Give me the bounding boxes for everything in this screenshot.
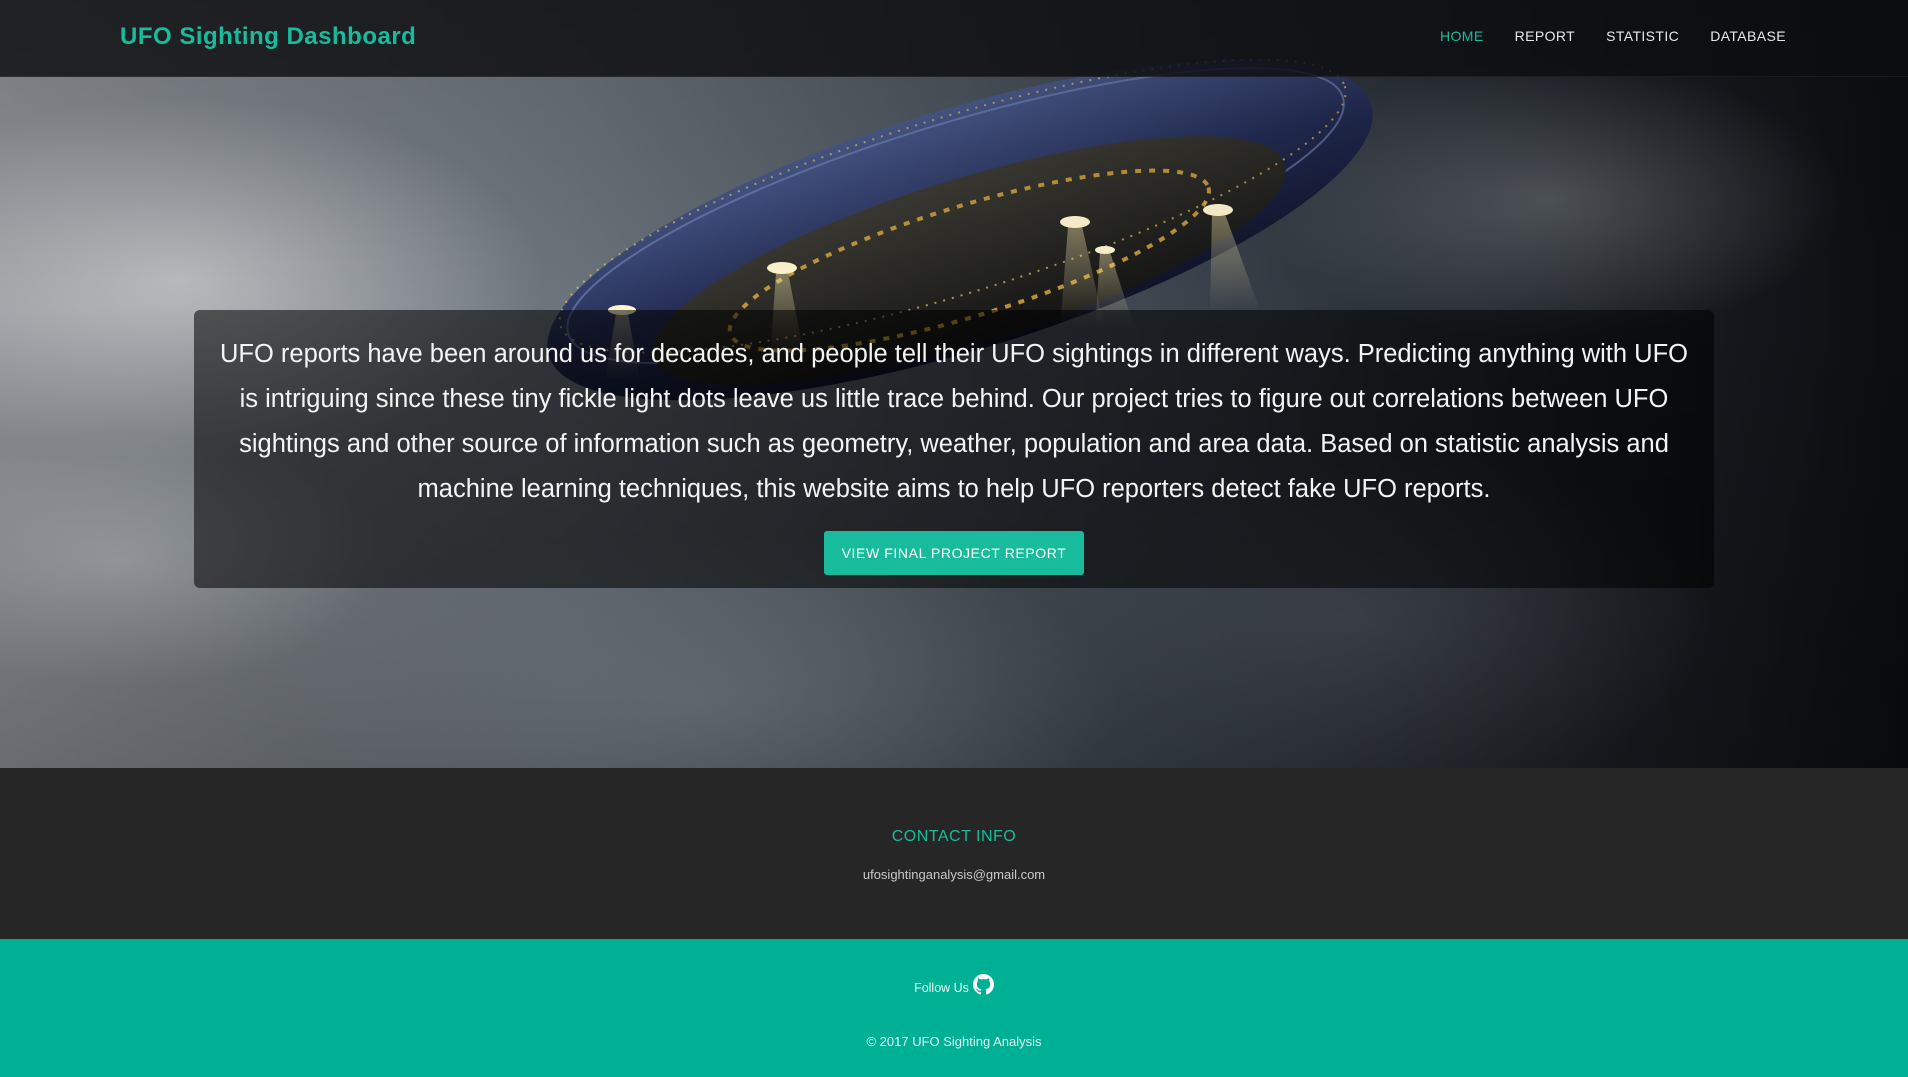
contact-title: CONTACT INFO	[891, 828, 1017, 845]
follow-us: Follow Us	[0, 974, 1908, 995]
nav-database[interactable]: DATABASE	[1710, 28, 1786, 44]
top-navbar: UFO Sighting Dashboard HOME REPORT STATI…	[0, 0, 1908, 77]
contact-email[interactable]: ufosightinganalysis@gmail.com	[0, 867, 1908, 882]
intro-panel: UFO reports have been around us for deca…	[194, 310, 1714, 588]
view-report-button[interactable]: VIEW FINAL PROJECT REPORT	[823, 531, 1085, 575]
contact-section: CONTACT INFO ufosightinganalysis@gmail.c…	[0, 768, 1908, 939]
copyright: © 2017 UFO Sighting Analysis	[866, 1034, 1042, 1049]
nav-menu: HOME REPORT STATISTIC DATABASE	[1440, 28, 1786, 44]
brand-link[interactable]: UFO Sighting Dashboard	[120, 23, 416, 51]
nav-report[interactable]: REPORT	[1515, 28, 1576, 44]
nav-statistic[interactable]: STATISTIC	[1606, 28, 1679, 44]
intro-text: UFO reports have been around us for deca…	[220, 340, 1688, 503]
github-icon[interactable]	[972, 974, 994, 995]
follow-label: Follow Us	[914, 980, 969, 995]
nav-home[interactable]: HOME	[1440, 28, 1484, 44]
footer: Follow Us © 2017 UFO Sighting Analysis	[0, 939, 1908, 1077]
